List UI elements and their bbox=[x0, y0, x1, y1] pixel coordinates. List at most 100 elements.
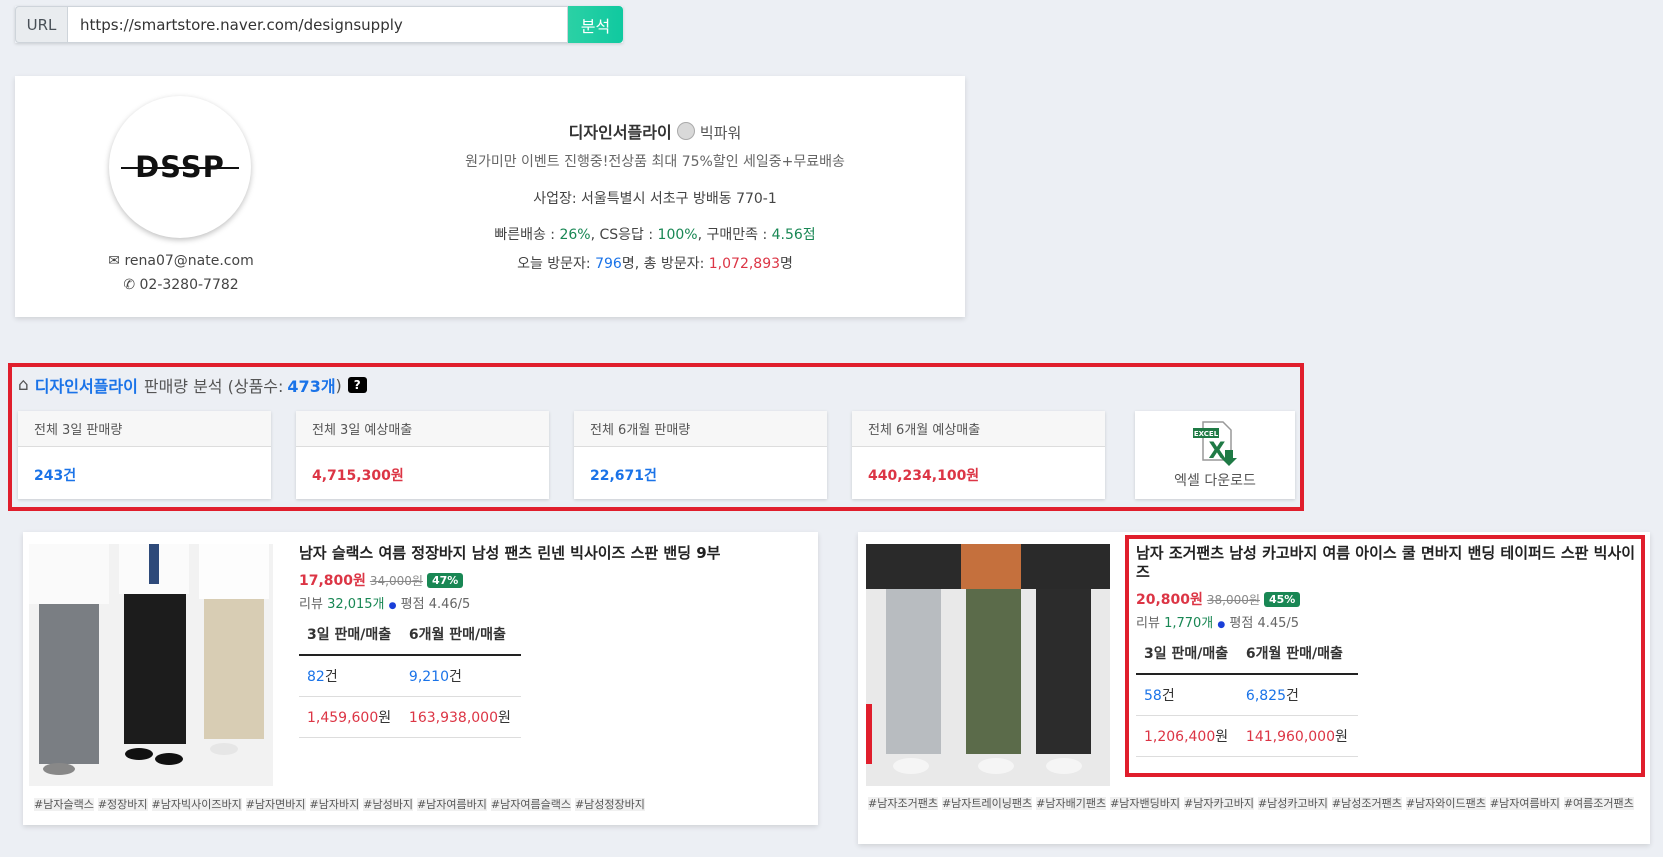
url-bar: URL 분석 bbox=[15, 6, 623, 43]
sales-table: 3일 판매/매출 6개월 판매/매출 58건 6,825건 1,206,400원… bbox=[1136, 633, 1358, 757]
help-icon[interactable]: ? bbox=[347, 377, 367, 393]
product-count: 473개 bbox=[287, 377, 336, 396]
tag[interactable]: #남자조거팬츠 bbox=[868, 797, 938, 810]
product-review-row: 리뷰 32,015개 ● 평점 4.46/5 bbox=[299, 597, 471, 612]
url-input[interactable] bbox=[67, 6, 568, 43]
stat-value: 4,715,300원 bbox=[312, 468, 404, 484]
tag[interactable]: #남자카고바지 bbox=[1184, 797, 1254, 810]
envelope-icon: ✉ bbox=[108, 253, 121, 269]
tag[interactable]: #남자배기팬츠 bbox=[1036, 797, 1107, 810]
tag[interactable]: #남자여름바지 bbox=[416, 798, 487, 811]
product-image[interactable] bbox=[29, 544, 273, 786]
phone-icon: ✆ bbox=[123, 277, 136, 293]
tag[interactable]: #남자여름바지 bbox=[1489, 797, 1560, 810]
store-name-row: 디자인서플라이 빅파워 bbox=[395, 119, 915, 143]
product-old-price: 34,000원 bbox=[369, 573, 423, 588]
tag[interactable]: #남성카고바지 bbox=[1257, 797, 1328, 810]
table-row: 1,206,400원 141,960,000원 bbox=[1136, 715, 1358, 757]
product-price-row: 20,800원 38,000원 45% bbox=[1136, 589, 1301, 609]
table-row: 1,459,600원 163,938,000원 bbox=[299, 696, 521, 738]
today-visitors-value: 796 bbox=[595, 256, 622, 272]
col-header: 6개월 판매/매출 bbox=[400, 614, 521, 656]
svg-text:X: X bbox=[1209, 439, 1226, 464]
stat-card: 전체 6개월 판매량 22,671건 bbox=[574, 411, 827, 499]
product-price-row: 17,800원 34,000원 47% bbox=[299, 570, 464, 590]
tag[interactable]: #남성정장바지 bbox=[574, 798, 645, 811]
sales-analysis-section: ⌂ 디자인서플라이 판매량 분석 (상품수: 473개) ? 전체 3일 판매량 … bbox=[8, 363, 1304, 511]
revenue-3day: 1,206,400 bbox=[1144, 729, 1216, 745]
store-visitors-row: 오늘 방문자: 796명, 총 방문자: 1,072,893명 bbox=[517, 256, 793, 272]
tag[interactable]: #남자슬랙스 bbox=[34, 798, 94, 811]
total-visitors-value: 1,072,893 bbox=[708, 256, 781, 272]
tag[interactable]: #남자면바지 bbox=[245, 798, 306, 811]
product-card: 남자 슬랙스 여름 정장바지 남성 팬츠 린넨 빅사이즈 스판 밴딩 9부 17… bbox=[23, 532, 818, 825]
tag[interactable]: #남자와이드팬츠 bbox=[1405, 797, 1486, 810]
tag[interactable]: #남자밴딩바지 bbox=[1110, 797, 1180, 810]
stat-value: 440,234,100원 bbox=[868, 468, 980, 484]
product-price: 20,800원 bbox=[1136, 592, 1203, 608]
analyze-button[interactable]: 분석 bbox=[568, 6, 623, 43]
col-header: 6개월 판매/매출 bbox=[1237, 633, 1358, 675]
col-header: 3일 판매/매출 bbox=[1136, 633, 1238, 675]
stat-value: 243건 bbox=[34, 468, 77, 484]
product-price: 17,800원 bbox=[299, 573, 366, 589]
store-grade: 빅파워 bbox=[699, 124, 742, 142]
product-review-row: 리뷰 1,770개 ● 평점 4.45/5 bbox=[1136, 616, 1300, 631]
product-tags: #남자조거팬츠 #남자트레이닝팬츠 #남자배기팬츠 #남자밴딩바지 #남자카고바지 #남성… bbox=[868, 793, 1643, 814]
review-count: 1,770개 bbox=[1164, 616, 1214, 631]
product-photo bbox=[866, 544, 1110, 786]
table-row: 82건 9,210건 bbox=[299, 655, 521, 697]
col-header: 3일 판매/매출 bbox=[299, 614, 401, 656]
tag[interactable]: #정장바지 bbox=[97, 798, 148, 811]
store-address-row: 사업장: 서울특별시 서초구 방배동 770-1 bbox=[533, 191, 777, 207]
dot-icon: ● bbox=[388, 601, 397, 611]
store-logo-text: DSSP bbox=[121, 150, 239, 184]
sales-6month: 6,825 bbox=[1245, 688, 1287, 704]
cs-value: 100% bbox=[657, 227, 698, 243]
fast-delivery-value: 26% bbox=[559, 227, 591, 243]
product-name[interactable]: 남자 슬랙스 여름 정장바지 남성 팬츠 린넨 빅사이즈 스판 밴딩 9부 bbox=[299, 544, 799, 563]
tag[interactable]: #남성바지 bbox=[363, 798, 413, 811]
sales-3day: 58 bbox=[1144, 688, 1162, 704]
store-phone: ✆ 02-3280-7782 bbox=[123, 277, 239, 293]
store-name: 디자인서플라이 bbox=[568, 123, 672, 142]
review-count: 32,015개 bbox=[327, 597, 385, 612]
tag[interactable]: #남자여름슬랙스 bbox=[490, 798, 571, 811]
medal-icon bbox=[676, 122, 695, 140]
stat-value: 22,671건 bbox=[590, 468, 657, 484]
tag[interactable]: #남자트레이닝팬츠 bbox=[941, 797, 1033, 810]
stat-card: 전체 6개월 예상매출 440,234,100원 bbox=[852, 411, 1105, 499]
url-label: URL bbox=[15, 6, 67, 43]
product-tags: #남자슬랙스 #정장바지 #남자빅사이즈바지 #남자면바지 #남자바지 #남성바지 #남자여… bbox=[34, 794, 804, 815]
tag[interactable]: #여름조거팬츠 bbox=[1563, 797, 1634, 810]
sales-table: 3일 판매/매출 6개월 판매/매출 82건 9,210건 1,459,600원… bbox=[299, 614, 521, 738]
sales-6month: 9,210 bbox=[408, 669, 450, 685]
tag[interactable]: #남성조거팬츠 bbox=[1331, 797, 1402, 810]
satisfaction-value: 4.56점 bbox=[771, 227, 816, 243]
rating-value: 4.45/5 bbox=[1257, 616, 1300, 631]
store-address: 서울특별시 서초구 방배동 770-1 bbox=[581, 191, 777, 207]
product-name[interactable]: 남자 조거팬츠 남성 카고바지 여름 아이스 쿨 면바지 밴딩 테이퍼드 스판 … bbox=[1136, 544, 1636, 582]
rating-value: 4.46/5 bbox=[428, 597, 471, 612]
discount-badge: 47% bbox=[426, 572, 464, 588]
stat-card: 전체 3일 판매량 243건 bbox=[18, 411, 271, 499]
revenue-6month: 141,960,000 bbox=[1245, 729, 1335, 745]
store-logo: DSSP bbox=[109, 96, 251, 238]
excel-download-button[interactable]: EXCEL X 엑셀 다운로드 bbox=[1135, 411, 1295, 499]
sales-3day: 82 bbox=[307, 669, 325, 685]
store-description: 원가미만 이벤트 진행중!전상품 최대 75%할인 세일중+무료배송 bbox=[465, 154, 845, 170]
tag[interactable]: #남자빅사이즈바지 bbox=[151, 798, 242, 811]
analysis-store-name[interactable]: 디자인서플라이 bbox=[35, 373, 138, 397]
product-old-price: 38,000원 bbox=[1206, 592, 1260, 607]
tag[interactable]: #남자바지 bbox=[309, 798, 360, 811]
dot-icon: ● bbox=[1217, 620, 1226, 630]
product-card: 남자 조거팬츠 남성 카고바지 여름 아이스 쿨 면바지 밴딩 테이퍼드 스판 … bbox=[858, 532, 1650, 844]
analysis-title: ⌂ 디자인서플라이 판매량 분석 (상품수: 473개) ? bbox=[18, 373, 367, 397]
revenue-6month: 163,938,000 bbox=[408, 710, 498, 726]
store-metrics-row: 빠른배송 : 26%, CS응답 : 100%, 구매만족 : 4.56점 bbox=[494, 227, 816, 243]
revenue-3day: 1,459,600 bbox=[307, 710, 379, 726]
home-icon: ⌂ bbox=[18, 375, 29, 395]
product-image[interactable] bbox=[866, 544, 1110, 786]
table-row: 58건 6,825건 bbox=[1136, 674, 1358, 716]
excel-icon: EXCEL X bbox=[1193, 421, 1237, 466]
